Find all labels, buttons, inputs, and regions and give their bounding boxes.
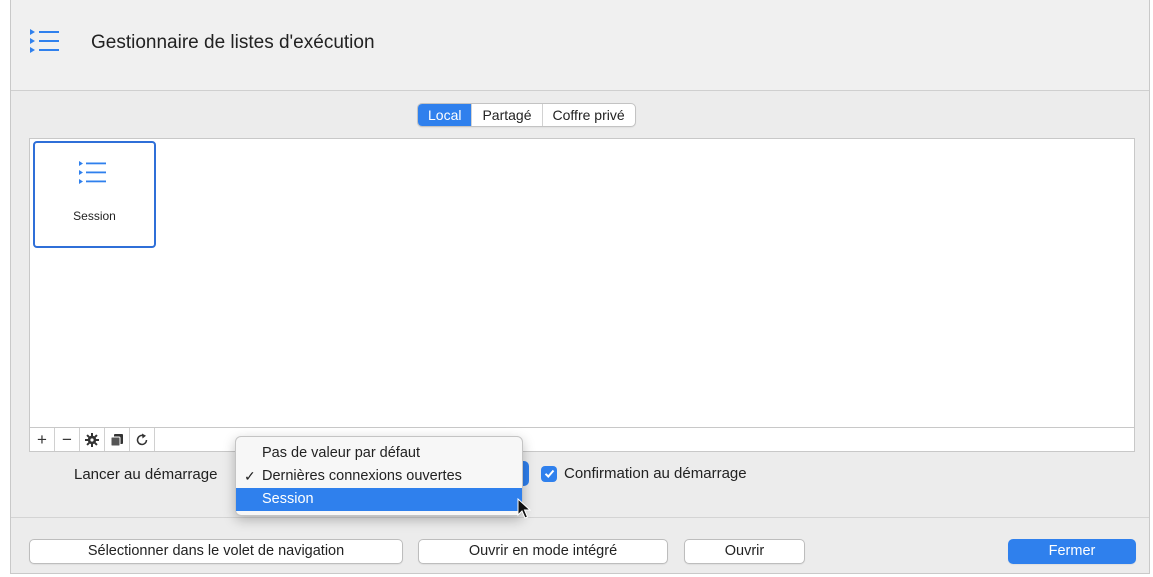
window-title: Gestionnaire de listes d'exécution [91, 32, 375, 53]
footer-divider [11, 517, 1149, 518]
close-button[interactable]: Fermer [1008, 539, 1136, 564]
menu-item-session[interactable]: Session [236, 488, 522, 511]
title-bar: Gestionnaire de listes d'exécution [11, 0, 1149, 91]
list-toolbar: + − [30, 427, 1134, 451]
startup-confirmation-checkbox[interactable]: Confirmation au démarrage [541, 465, 747, 482]
menu-item-no-default[interactable]: Pas de valeur par défaut [236, 442, 522, 465]
list-item-label: Session [73, 209, 116, 223]
list-icon [30, 29, 59, 53]
menu-item-last-connections[interactable]: ✓ Dernières connexions ouvertes [236, 465, 522, 488]
check-icon: ✓ [244, 468, 256, 484]
settings-button[interactable] [80, 428, 105, 451]
mouse-cursor-icon [517, 498, 531, 519]
list-icon [79, 161, 106, 184]
scope-tabs: Local Partagé Coffre privé [417, 103, 636, 127]
tab-shared[interactable]: Partagé [471, 104, 541, 126]
duplicate-icon [110, 433, 123, 446]
open-embedded-button[interactable]: Ouvrir en mode intégré [418, 539, 668, 564]
open-button[interactable]: Ouvrir [684, 539, 805, 564]
run-list-panel: Session + − [29, 138, 1135, 452]
refresh-icon [136, 433, 148, 445]
gear-icon [85, 432, 99, 447]
menu-item-label: Session [262, 491, 314, 507]
menu-item-label: Dernières connexions ouvertes [262, 468, 462, 484]
add-button[interactable]: + [30, 428, 55, 451]
tab-local[interactable]: Local [418, 104, 472, 126]
duplicate-button[interactable] [105, 428, 130, 451]
list-item-session[interactable]: Session [33, 141, 156, 248]
checkmark-icon [544, 469, 554, 478]
launch-options-menu: Pas de valeur par défaut ✓ Dernières con… [235, 436, 523, 516]
select-in-navigation-button[interactable]: Sélectionner dans le volet de navigation [29, 539, 403, 564]
checkbox-checked[interactable] [541, 465, 557, 482]
refresh-button[interactable] [130, 428, 155, 451]
menu-item-label: Pas de valeur par défaut [262, 445, 420, 461]
run-list-manager-window: Gestionnaire de listes d'exécution Local… [10, 0, 1150, 574]
tab-private-vault[interactable]: Coffre privé [541, 104, 635, 126]
launch-at-startup-label: Lancer au démarrage [74, 466, 218, 483]
confirmation-label: Confirmation au démarrage [564, 465, 747, 482]
remove-button[interactable]: − [55, 428, 80, 451]
